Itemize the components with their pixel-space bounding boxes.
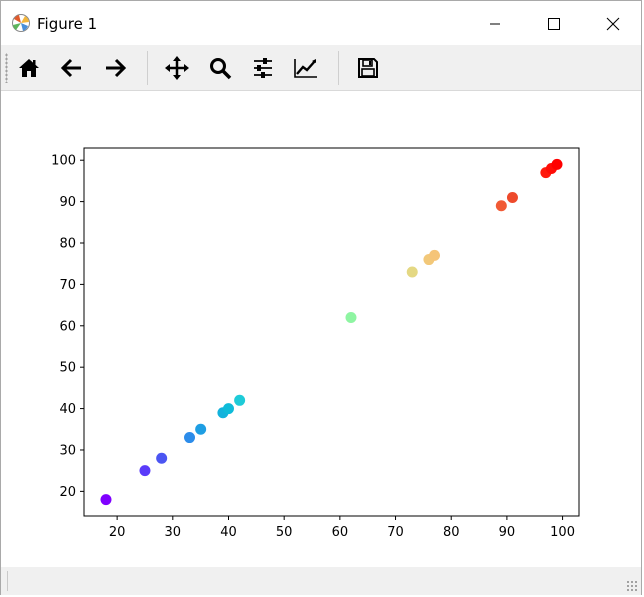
save-button[interactable] [351, 52, 385, 84]
y-tick-label: 70 [59, 278, 76, 293]
status-message [7, 571, 618, 591]
sliders-icon [254, 58, 272, 78]
y-tick-label: 80 [59, 237, 76, 252]
scatter-point [100, 494, 112, 506]
edit-axes-button[interactable] [289, 52, 323, 84]
scatter-points [100, 158, 563, 506]
toolbar-grip[interactable] [5, 53, 8, 83]
scatter-point [234, 394, 246, 406]
scatter-point [495, 200, 507, 212]
figure-canvas[interactable]: 20 30 40 50 60 70 80 90 100 20 30 40 50 60 70 80 90 100 [1, 91, 641, 567]
matplotlib-app-icon [11, 13, 31, 33]
magnifier-icon [210, 58, 232, 80]
move-icon [165, 56, 189, 80]
scatter-point [139, 465, 151, 477]
line-chart-icon [294, 59, 317, 78]
y-tick-label: 60 [59, 319, 76, 334]
x-tick-label: 100 [550, 525, 575, 540]
x-tick-label: 20 [109, 525, 126, 540]
floppy-disk-icon [358, 58, 378, 78]
y-tick-label: 20 [59, 485, 76, 500]
toolbar-separator [147, 51, 148, 85]
minimize-button[interactable] [473, 9, 517, 39]
window-title: Figure 1 [37, 15, 98, 33]
close-icon [606, 17, 620, 31]
scatter-point [551, 158, 563, 170]
y-tick-label: 40 [59, 402, 76, 417]
scatter-point [195, 423, 207, 435]
y-tick-label: 100 [51, 154, 76, 169]
maximize-icon [548, 18, 560, 30]
x-tick-label: 90 [499, 525, 516, 540]
zoom-button[interactable] [203, 52, 237, 84]
scatter-point [345, 312, 357, 324]
home-button[interactable] [12, 52, 46, 84]
y-tick-label: 50 [59, 361, 76, 376]
scatter-point [406, 266, 418, 278]
forward-button[interactable] [98, 52, 132, 84]
pan-button[interactable] [160, 52, 194, 84]
x-tick-label: 70 [387, 525, 404, 540]
y-axis-ticks: 20 30 40 50 60 70 80 90 100 [51, 154, 84, 500]
navigation-toolbar [1, 45, 641, 91]
minimize-icon [490, 23, 500, 25]
scatter-plot[interactable]: 20 30 40 50 60 70 80 90 100 20 30 40 50 60 70 80 90 100 [1, 91, 641, 567]
y-tick-label: 90 [59, 195, 76, 210]
x-tick-label: 60 [332, 525, 349, 540]
title-bar[interactable]: Figure 1 [1, 1, 641, 45]
scatter-point [156, 452, 168, 464]
x-tick-label: 30 [165, 525, 182, 540]
x-tick-label: 40 [220, 525, 237, 540]
maximize-button[interactable] [532, 9, 576, 39]
resize-grip[interactable] [626, 580, 638, 592]
close-button[interactable] [591, 9, 635, 39]
figure-window: Figure 1 20 30 40 50 60 70 80 90 100 20 … [0, 0, 642, 595]
arrow-right-icon [106, 58, 127, 78]
subplots-button[interactable] [246, 52, 280, 84]
y-tick-label: 30 [59, 443, 76, 458]
scatter-point [429, 249, 441, 261]
x-axis-ticks: 20 30 40 50 60 70 80 90 100 [109, 516, 575, 540]
scatter-point [184, 432, 196, 444]
back-button[interactable] [55, 52, 89, 84]
arrow-left-icon [60, 58, 81, 78]
x-tick-label: 50 [276, 525, 293, 540]
scatter-point [222, 403, 234, 415]
x-tick-label: 80 [443, 525, 460, 540]
home-icon [19, 59, 39, 77]
toolbar-separator [338, 51, 339, 85]
scatter-point [506, 191, 518, 203]
status-bar [1, 567, 641, 595]
